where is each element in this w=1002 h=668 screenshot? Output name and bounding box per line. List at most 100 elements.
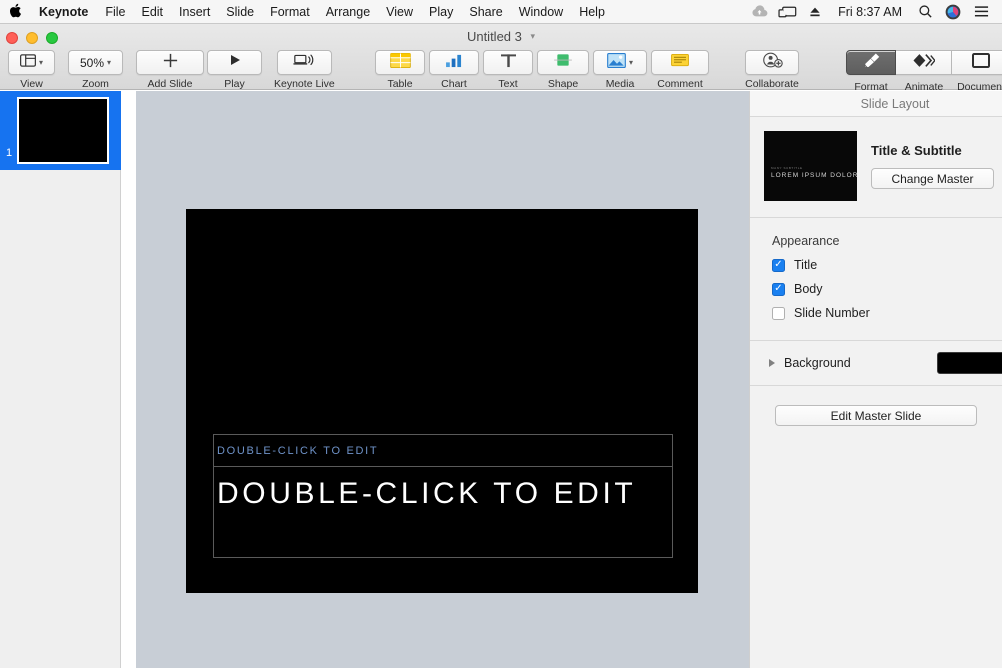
toolbar-keynote-live-label: Keynote Live	[274, 78, 335, 90]
appearance-row-slide-number[interactable]: Slide Number	[772, 306, 1002, 320]
toolbar-table-label: Table	[387, 78, 413, 90]
chevron-down-icon: ▾	[628, 58, 633, 67]
menu-item-keynote[interactable]: Keynote	[30, 0, 97, 24]
master-slide-thumbnail[interactable]: MANY SUBTITLE LOREM IPSUM DOLOR	[764, 131, 857, 201]
menu-item-format[interactable]: Format	[262, 0, 318, 24]
appearance-heading: Appearance	[772, 234, 840, 248]
toolbar-play-group: Play Keynote Live	[207, 50, 335, 90]
toolbar-text-label: Text	[498, 78, 518, 90]
chevron-down-icon[interactable]: ▾	[531, 31, 536, 42]
toolbar-shape-button[interactable]: Shape	[537, 50, 589, 90]
cloud-upload-icon[interactable]	[746, 0, 772, 24]
background-section[interactable]: Background	[750, 341, 1002, 386]
menu-bar-clock[interactable]: Fri 8:37 AM	[830, 5, 910, 19]
shape-icon	[553, 53, 573, 73]
toolbar-format-button[interactable]	[846, 50, 896, 75]
toolbar-table-button[interactable]: Table	[375, 50, 425, 90]
background-label: Background	[784, 356, 851, 370]
disclosure-triangle-icon[interactable]	[769, 359, 775, 367]
table-icon	[389, 52, 411, 73]
toolbar-chart-label: Chart	[441, 78, 467, 90]
document-title: Untitled 3	[466, 29, 522, 44]
toolbar-view-button[interactable]: ▾ View	[8, 50, 55, 90]
menu-item-window[interactable]: Window	[511, 0, 571, 24]
body-checkbox[interactable]: ✓	[772, 282, 785, 296]
slide-navigator[interactable]: 1	[0, 91, 121, 668]
media-image-icon	[607, 52, 626, 73]
menu-item-view[interactable]: View	[378, 0, 421, 24]
toolbar-comment-button[interactable]: Comment	[651, 50, 709, 90]
subtitle-placeholder-box[interactable]: DOUBLE-CLICK TO EDIT	[213, 434, 673, 467]
screen-mirroring-icon[interactable]	[774, 0, 800, 24]
appearance-row-body[interactable]: ✓ Body	[772, 282, 1002, 296]
eject-icon[interactable]	[802, 0, 828, 24]
toolbar-text-button[interactable]: Text	[483, 50, 533, 90]
title-checkbox[interactable]: ✓	[772, 258, 785, 272]
slide-editing-area[interactable]: DOUBLE-CLICK TO EDIT DOUBLE-CLICK TO EDI…	[186, 209, 698, 593]
toolbar-animate-button[interactable]	[896, 50, 952, 75]
toolbar-add-slide-button[interactable]: Add Slide	[136, 50, 204, 90]
toolbar-media-button[interactable]: ▾ Media	[593, 50, 647, 90]
keynote-live-icon	[293, 53, 315, 72]
toolbar-document-button[interactable]	[952, 50, 1002, 75]
edit-master-slide-button[interactable]: Edit Master Slide	[775, 405, 977, 426]
view-layout-icon	[19, 53, 36, 72]
appearance-section: Appearance ✓ Title ✓ Body Slide Number	[750, 218, 1002, 341]
format-inspector-sidebar: Slide Layout MANY SUBTITLE LOREM IPSUM D…	[749, 91, 1002, 668]
subtitle-placeholder-text: DOUBLE-CLICK TO EDIT	[217, 444, 379, 457]
inspector-header: Slide Layout	[750, 91, 1002, 117]
animate-diamond-icon	[912, 53, 936, 73]
menu-bar: Keynote File Edit Insert Slide Format Arrange V…	[0, 0, 1002, 24]
master-info: Title & Subtitle Change Master	[871, 131, 994, 201]
toolbar-media-label: Media	[605, 78, 635, 90]
toolbar-insert-group: Table Chart Text Shape ▾ Media Comment	[375, 50, 709, 90]
appearance-row-title[interactable]: ✓ Title	[772, 258, 1002, 272]
background-color-swatch[interactable]	[937, 352, 1002, 374]
notification-center-icon[interactable]	[968, 0, 994, 24]
master-section: MANY SUBTITLE LOREM IPSUM DOLOR Title & …	[750, 117, 1002, 218]
close-button[interactable]	[6, 32, 18, 44]
collaborate-person-icon	[762, 52, 783, 73]
master-name-label: Title & Subtitle	[871, 143, 962, 158]
toolbar-zoom-button[interactable]: 50% ▾ Zoom	[68, 50, 123, 90]
toolbar-keynote-live-button[interactable]: Keynote Live	[274, 50, 335, 90]
menu-item-share[interactable]: Share	[461, 0, 510, 24]
siri-icon[interactable]	[940, 0, 966, 24]
apple-logo-icon[interactable]	[0, 3, 30, 20]
edit-master-section: Edit Master Slide	[750, 386, 1002, 426]
inspector-title: Slide Layout	[860, 96, 930, 111]
format-brush-icon	[862, 52, 881, 73]
slide-navigator-item-1[interactable]: 1	[0, 91, 121, 170]
menu-item-play[interactable]: Play	[421, 0, 461, 24]
slide-thumbnail[interactable]	[17, 97, 109, 164]
slide-canvas[interactable]: DOUBLE-CLICK TO EDIT DOUBLE-CLICK TO EDI…	[136, 91, 749, 668]
menu-item-slide[interactable]: Slide	[218, 0, 262, 24]
change-master-button[interactable]: Change Master	[871, 168, 994, 189]
keynote-window: Keynote File Edit Insert Slide Format Arrange V…	[0, 0, 1002, 668]
menu-item-help[interactable]: Help	[571, 0, 613, 24]
zoom-button[interactable]	[46, 32, 58, 44]
zoom-value: 50%	[79, 55, 104, 70]
slide-number-checkbox-label: Slide Number	[794, 306, 870, 320]
toolbar-comment-label: Comment	[657, 78, 703, 90]
minimize-button[interactable]	[26, 32, 38, 44]
toolbar-chart-button[interactable]: Chart	[429, 50, 479, 90]
toolbar-play-button[interactable]: Play	[207, 50, 262, 90]
menu-item-arrange[interactable]: Arrange	[318, 0, 378, 24]
menu-item-file[interactable]: File	[97, 0, 133, 24]
document-title-bar[interactable]: Untitled 3 ▾	[0, 29, 1002, 44]
toolbar-view-label: View	[20, 78, 43, 90]
search-icon[interactable]	[912, 0, 938, 24]
toolbar-collaborate-label: Collaborate	[745, 78, 799, 90]
title-placeholder-box[interactable]: DOUBLE-CLICK TO EDIT	[213, 466, 673, 558]
document-icon	[971, 52, 990, 73]
play-triangle-icon	[228, 53, 242, 72]
toolbar-collaborate-button[interactable]: Collaborate	[745, 50, 799, 90]
navigator-canvas-divider	[121, 91, 136, 668]
comment-icon	[670, 53, 690, 73]
slide-number-checkbox[interactable]	[772, 306, 785, 320]
menu-item-insert[interactable]: Insert	[171, 0, 218, 24]
master-thumb-subtitle: MANY SUBTITLE	[771, 166, 803, 170]
chart-bar-icon	[444, 53, 465, 73]
menu-item-edit[interactable]: Edit	[133, 0, 171, 24]
